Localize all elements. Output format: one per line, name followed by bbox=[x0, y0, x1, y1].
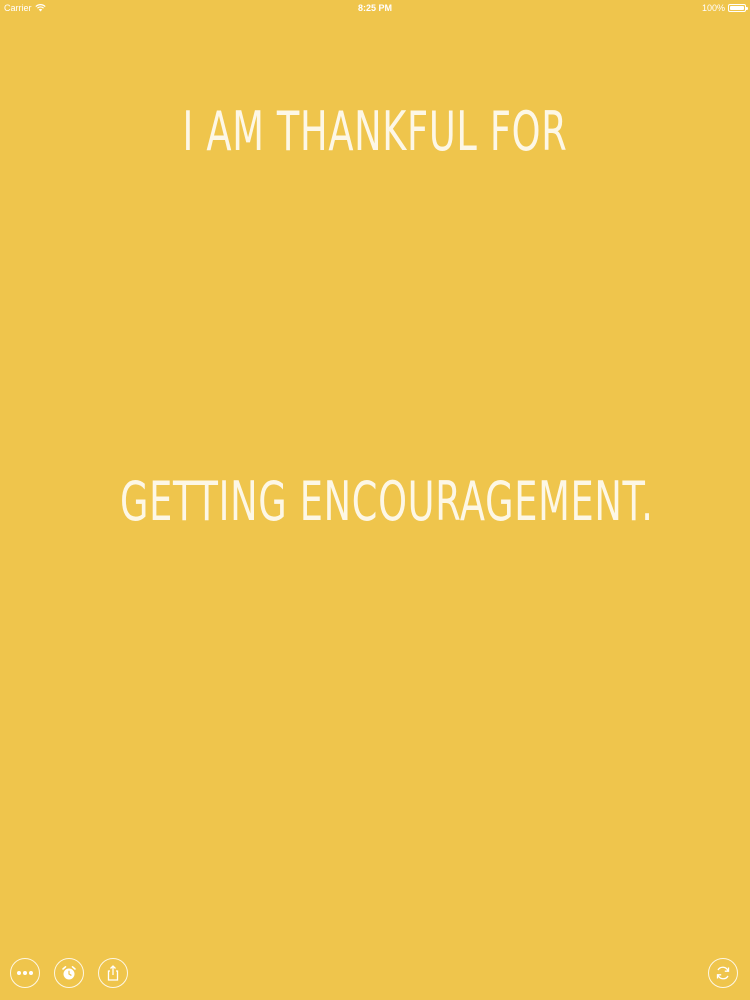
refresh-button[interactable] bbox=[708, 958, 738, 988]
more-button[interactable] bbox=[10, 958, 40, 988]
share-button[interactable] bbox=[98, 958, 128, 988]
answer-text: GETTING ENCOURAGEMENT. bbox=[120, 470, 654, 533]
status-bar: Carrier 8:25 PM 100% bbox=[0, 0, 750, 16]
ellipsis-icon bbox=[17, 971, 33, 975]
refresh-icon bbox=[716, 966, 730, 980]
status-right: 100% bbox=[701, 3, 748, 13]
battery-percent: 100% bbox=[701, 3, 725, 13]
share-icon bbox=[107, 965, 119, 981]
prompt-text: I AM THANKFUL FOR bbox=[182, 100, 568, 163]
reminder-button[interactable] bbox=[54, 958, 84, 988]
battery-icon bbox=[728, 4, 748, 12]
status-time: 8:25 PM bbox=[357, 3, 392, 13]
app-screen: Carrier 8:25 PM 100% I AM THANKFUL FOR G… bbox=[0, 0, 750, 1000]
alarm-clock-icon bbox=[62, 966, 76, 980]
